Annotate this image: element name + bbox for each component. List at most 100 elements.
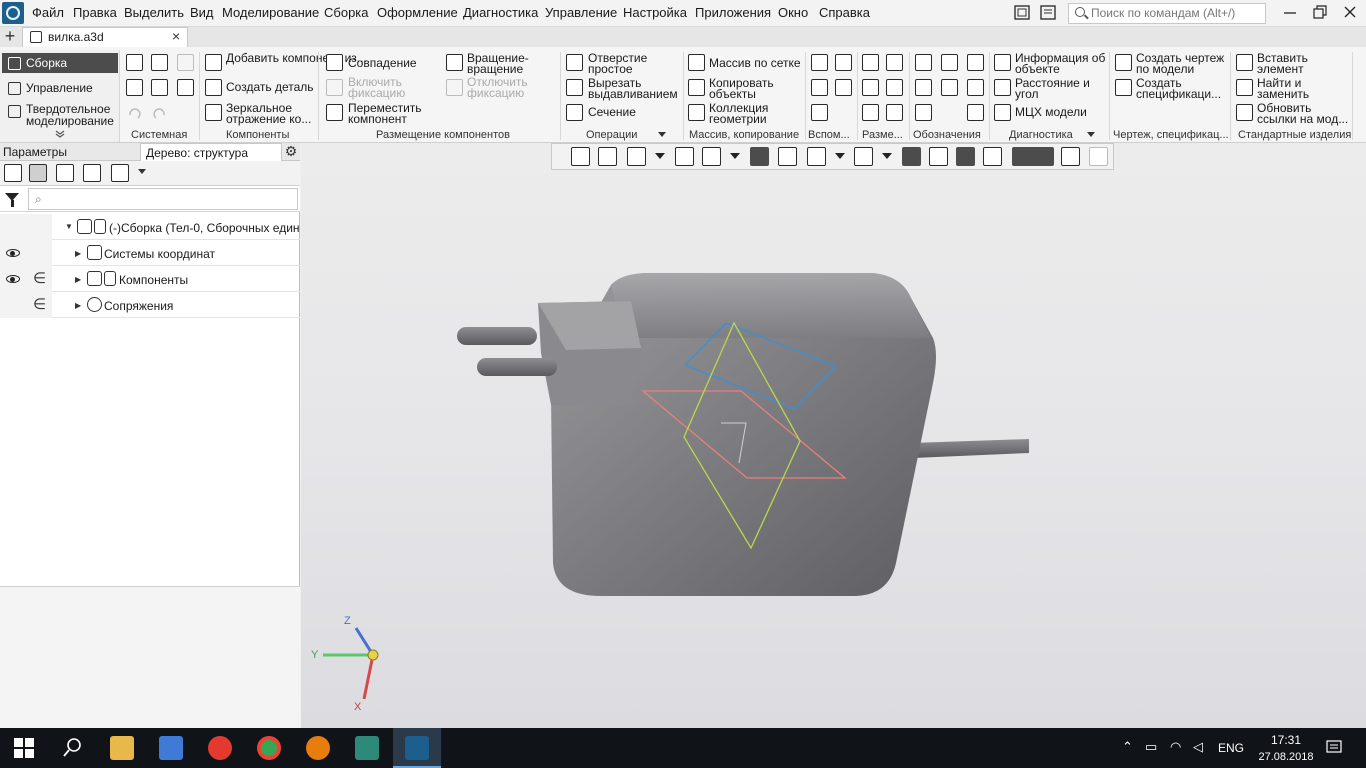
create-drawing-icon[interactable]	[1115, 54, 1132, 71]
save-icon[interactable]	[177, 54, 194, 71]
expand-modes-chevron-icon[interactable]	[54, 129, 66, 139]
open-file-icon[interactable]	[151, 54, 168, 71]
menu-assembly[interactable]: Сборка	[324, 5, 369, 20]
collapse-arrow-icon[interactable]: ▼	[65, 222, 73, 231]
filter-icon[interactable]	[5, 193, 19, 207]
copy-objects-label[interactable]: Копировать объекты	[709, 77, 779, 100]
create-part-label[interactable]: Создать деталь	[226, 81, 314, 93]
cut-extrude-label[interactable]: Вырезать выдавливанием	[588, 77, 680, 100]
search-icon[interactable]	[62, 737, 82, 759]
find-replace-icon[interactable]	[1236, 79, 1253, 96]
menu-management[interactable]: Управление	[545, 5, 617, 20]
kompas-logo-icon[interactable]	[2, 2, 24, 24]
distance-angle-icon[interactable]	[994, 79, 1011, 96]
distance-angle-label[interactable]: Расстояние и угол	[1015, 77, 1095, 100]
aux-axis-icon[interactable]	[811, 54, 828, 71]
insert-element-icon[interactable]	[1236, 54, 1253, 71]
update-links-icon[interactable]	[1236, 104, 1253, 121]
expand-arrow-icon[interactable]: ▶	[75, 275, 81, 284]
visibility-eye-view-icon[interactable]	[854, 147, 873, 166]
move-component-icon[interactable]	[326, 104, 343, 121]
print-icon[interactable]	[126, 79, 143, 96]
language-indicator[interactable]: ENG	[1218, 741, 1244, 755]
menu-window[interactable]: Окно	[778, 5, 808, 20]
create-spec-label[interactable]: Создать спецификаци...	[1136, 77, 1226, 100]
weld-icon[interactable]	[915, 79, 932, 96]
zoom-dropdown-icon[interactable]	[655, 153, 665, 159]
add-component-icon[interactable]	[205, 54, 222, 71]
menu-modeling[interactable]: Моделирование	[222, 5, 319, 20]
diagnostics-dropdown-icon[interactable]	[1086, 131, 1096, 139]
layout-toggle-icons[interactable]	[1014, 4, 1058, 22]
mass-properties-icon[interactable]	[994, 104, 1011, 121]
tree-view-list-icon[interactable]	[4, 164, 22, 182]
properties-icon[interactable]	[177, 79, 194, 96]
element-of-icon[interactable]: ∈	[33, 295, 46, 313]
tree-view-structure-icon[interactable]	[29, 164, 47, 182]
roughness-icon[interactable]	[941, 54, 958, 71]
file-explorer-icon[interactable]	[110, 736, 134, 760]
datum-icon[interactable]	[967, 54, 984, 71]
menu-diagnostics[interactable]: Диагностика	[463, 5, 538, 20]
radial-dimension-icon[interactable]	[886, 54, 903, 71]
simple-hole-label[interactable]: Отверстие простое	[588, 52, 674, 75]
linear-dimension-icon[interactable]	[862, 54, 879, 71]
copy-objects-icon[interactable]	[688, 79, 705, 96]
command-search-input[interactable]: Поиск по командам (Alt+/)	[1068, 3, 1266, 24]
layers-icon[interactable]	[956, 147, 975, 166]
auto-dimension-icon[interactable]	[862, 104, 879, 121]
leader-icon[interactable]	[915, 54, 932, 71]
section-view-icon[interactable]	[929, 147, 948, 166]
windows-start-icon[interactable]	[14, 738, 34, 758]
geometry-collection-label[interactable]: Коллекция геометрии	[709, 102, 779, 125]
mirror-icon[interactable]	[205, 104, 222, 121]
kompas-3d-icon[interactable]	[405, 736, 429, 760]
tab-parameters[interactable]: Параметры	[3, 145, 67, 159]
visibility-eye-icon[interactable]	[6, 249, 20, 257]
zoom-icon[interactable]	[627, 147, 646, 166]
shaded-mode-icon[interactable]	[750, 147, 769, 166]
tab-tree-structure[interactable]: Дерево: структура	[140, 143, 282, 161]
menu-help[interactable]: Справка	[819, 5, 870, 20]
close-window-icon[interactable]	[1342, 4, 1358, 20]
notifications-icon[interactable]	[1326, 739, 1342, 755]
expand-arrow-icon[interactable]: ▶	[75, 301, 81, 310]
properties-view-icon[interactable]	[1061, 147, 1080, 166]
section-icon[interactable]	[566, 104, 583, 121]
expand-arrow-icon[interactable]: ▶	[75, 249, 81, 258]
simple-hole-icon[interactable]	[566, 54, 583, 71]
create-part-icon[interactable]	[205, 79, 222, 96]
base-icon[interactable]	[967, 104, 984, 121]
menu-select[interactable]: Выделить	[124, 5, 184, 20]
hide-show-dropdown-icon[interactable]	[835, 153, 845, 159]
tolerance-icon[interactable]	[941, 79, 958, 96]
mode-assembly[interactable]: Сборка	[2, 53, 118, 73]
clock-date[interactable]: 27.08.2018	[1252, 751, 1320, 763]
document-tab[interactable]	[22, 27, 188, 47]
store-icon[interactable]	[159, 736, 183, 760]
create-spec-icon[interactable]	[1115, 79, 1132, 96]
grid-array-label[interactable]: Массив по сетке	[709, 57, 801, 69]
section-label[interactable]: Сечение	[588, 106, 636, 118]
power-adapter-model[interactable]	[457, 273, 1285, 596]
diameter-dimension-icon[interactable]	[886, 79, 903, 96]
add-component-label[interactable]: Добавить компонент из...	[226, 52, 367, 64]
yandex-browser-icon[interactable]	[208, 736, 232, 760]
move-component-label[interactable]: Переместить компонент	[348, 102, 428, 125]
cut-extrude-icon[interactable]	[566, 79, 583, 96]
coincidence-icon[interactable]	[326, 54, 343, 71]
kompas-viewer-icon[interactable]	[355, 736, 379, 760]
tree-options-icon[interactable]	[111, 164, 129, 182]
aux-curve-icon[interactable]	[811, 104, 828, 121]
coincidence-label[interactable]: Совпадение	[348, 57, 417, 69]
element-of-icon[interactable]: ∈	[33, 269, 46, 287]
minimize-icon[interactable]	[1282, 4, 1298, 20]
orientation-dropdown-icon[interactable]	[730, 153, 740, 159]
menu-file[interactable]: Файл	[32, 5, 64, 20]
menu-settings[interactable]: Настройка	[623, 5, 687, 20]
menu-drafting[interactable]: Оформление	[377, 5, 458, 20]
tree-search-input[interactable]: ⌕	[28, 188, 298, 210]
tree-select-icon[interactable]	[83, 164, 101, 182]
filter-objects-icon[interactable]	[1012, 147, 1054, 166]
mass-properties-label[interactable]: МЦХ модели	[1015, 106, 1087, 118]
